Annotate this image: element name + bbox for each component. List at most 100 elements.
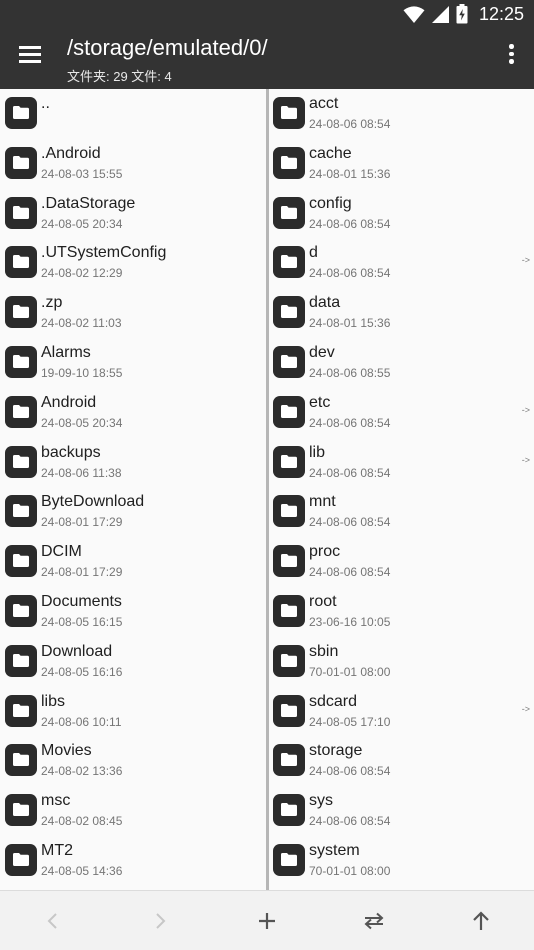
folder-item[interactable]: sdcard 24-08-05 17:10 -> (269, 687, 534, 737)
folder-item[interactable]: Android 24-08-05 20:34 (0, 388, 266, 438)
folder-date: 70-01-01 08:00 (309, 863, 391, 878)
folder-name: backups (41, 443, 101, 461)
folder-item[interactable]: backups 24-08-06 11:38 (0, 438, 266, 488)
folder-name: acct (309, 95, 339, 112)
folder-item[interactable]: data 24-08-01 15:36 (269, 288, 534, 338)
folder-name: root (309, 592, 337, 610)
folder-name: mnt (309, 493, 336, 511)
folder-name: d (309, 244, 318, 262)
up-arrow-icon[interactable] (468, 908, 494, 934)
folder-icon (5, 843, 37, 876)
folder-item[interactable]: Alarms 19-09-10 18:55 (0, 338, 266, 388)
folder-item[interactable]: MT2 24-08-05 14:36 (0, 836, 266, 886)
app-bar: /storage/emulated/0/ 文件夹: 29 文件: 4 (0, 28, 534, 89)
folder-name: Android (41, 393, 97, 411)
folder-date: 24-08-02 13:36 (41, 764, 123, 779)
menu-icon[interactable] (14, 38, 48, 68)
folder-name: sys (309, 792, 333, 810)
folder-item[interactable]: .UTSystemConfig 24-08-02 12:29 (0, 238, 266, 288)
folder-name: .DataStorage (41, 194, 136, 212)
folder-icon (273, 445, 305, 478)
folder-item[interactable]: ByteDownload 24-08-01 17:29 (0, 487, 266, 537)
folder-icon (5, 296, 37, 329)
folder-item[interactable]: storage 24-08-06 08:54 (269, 736, 534, 786)
folder-item[interactable]: sbin 70-01-01 08:00 (269, 637, 534, 687)
folder-name: system (309, 841, 360, 859)
status-icons: 12:25 (403, 3, 524, 25)
folder-item[interactable]: dev 24-08-06 08:55 (269, 338, 534, 388)
folder-item[interactable]: sys 24-08-06 08:54 (269, 786, 534, 836)
folder-item[interactable]: msc 24-08-02 08:45 (0, 786, 266, 836)
folder-file-count: 文件夹: 29 文件: 4 (67, 69, 172, 84)
right-file-pane[interactable]: acct 24-08-06 08:54 cache 24-08-01 15:36 con… (269, 89, 534, 890)
folder-name: data (309, 294, 341, 312)
left-file-pane[interactable]: .. .Android 24-08-03 15:55 .DataStorage 24-0… (0, 89, 266, 890)
folder-icon (5, 196, 37, 229)
folder-item[interactable]: system 70-01-01 08:00 (269, 836, 534, 886)
folder-item[interactable]: acct 24-08-06 08:54 (269, 89, 534, 139)
folder-date: 24-08-06 08:54 (309, 764, 391, 779)
folder-icon (5, 594, 37, 627)
folder-icon (273, 794, 305, 827)
folder-item[interactable]: cache 24-08-01 15:36 (269, 139, 534, 189)
folder-icon (5, 395, 37, 428)
folder-item[interactable]: .DataStorage 24-08-05 20:34 (0, 189, 266, 239)
folder-name: dev (309, 343, 335, 361)
folder-date: 24-08-06 11:38 (41, 465, 122, 480)
back-chevron-icon[interactable] (40, 908, 66, 934)
folder-icon (273, 146, 305, 179)
folder-item[interactable]: .zp 24-08-02 11:03 (0, 288, 266, 338)
folder-item[interactable]: .. (0, 89, 266, 139)
status-bar: 12:25 (0, 0, 534, 28)
folder-name: msc (41, 792, 71, 810)
bottom-toolbar (0, 890, 534, 950)
folder-name: .. (41, 95, 50, 112)
folder-item[interactable]: config 24-08-06 08:54 (269, 189, 534, 239)
folder-date: 24-08-06 10:11 (41, 714, 122, 729)
folder-date: 70-01-01 08:00 (309, 664, 391, 679)
folder-item[interactable]: libs 24-08-06 10:11 (0, 687, 266, 737)
folder-icon (5, 694, 37, 727)
folder-name: lib (309, 443, 326, 461)
folder-date: 24-08-06 08:54 (309, 216, 391, 231)
folder-icon (5, 744, 37, 777)
folder-item[interactable]: Documents 24-08-05 16:15 (0, 587, 266, 637)
folder-date: 24-08-05 20:34 (41, 415, 123, 430)
folder-name: ByteDownload (41, 493, 145, 511)
swap-icon[interactable] (361, 908, 387, 934)
folder-item[interactable]: root 23-06-16 10:05 (269, 587, 534, 637)
folder-date: 24-08-02 11:03 (41, 316, 122, 331)
folder-date: 24-08-01 15:36 (309, 316, 391, 331)
folder-icon (5, 495, 37, 528)
folder-icon (273, 545, 305, 578)
folder-date: 24-08-01 17:29 (41, 565, 123, 580)
folder-name: DCIM (41, 543, 82, 561)
add-icon[interactable] (254, 908, 280, 934)
folder-date: 24-08-06 08:55 (309, 365, 391, 380)
folder-icon (5, 445, 37, 478)
folder-item[interactable]: mnt 24-08-06 08:54 (269, 487, 534, 537)
forward-chevron-icon[interactable] (147, 908, 173, 934)
folder-name: libs (41, 692, 66, 710)
folder-icon (5, 97, 37, 129)
folder-item[interactable]: lib 24-08-06 08:54 -> (269, 438, 534, 488)
folder-item[interactable]: proc 24-08-06 08:54 (269, 537, 534, 587)
folder-item[interactable]: etc 24-08-06 08:54 -> (269, 388, 534, 438)
folder-item[interactable]: DCIM 24-08-01 17:29 (0, 537, 266, 587)
path-title: /storage/emulated/0/ (67, 35, 268, 60)
folder-item[interactable]: d 24-08-06 08:54 -> (269, 238, 534, 288)
symlink-indicator: -> (521, 404, 530, 415)
folder-icon (273, 644, 305, 677)
folder-item[interactable]: Movies 24-08-02 13:36 (0, 736, 266, 786)
folder-item[interactable]: Download 24-08-05 16:16 (0, 637, 266, 687)
folder-item[interactable]: .Android 24-08-03 15:55 (0, 139, 266, 189)
folder-name: .zp (41, 294, 63, 312)
symlink-indicator: -> (521, 454, 530, 465)
folder-icon (5, 644, 37, 677)
folder-icon (273, 395, 305, 428)
folder-date: 24-08-06 08:54 (309, 565, 391, 580)
more-vert-icon[interactable] (506, 42, 516, 66)
folder-name: Alarms (41, 343, 91, 361)
folder-date: 24-08-06 08:54 (309, 117, 391, 131)
folder-date: 24-08-06 08:54 (309, 515, 391, 530)
